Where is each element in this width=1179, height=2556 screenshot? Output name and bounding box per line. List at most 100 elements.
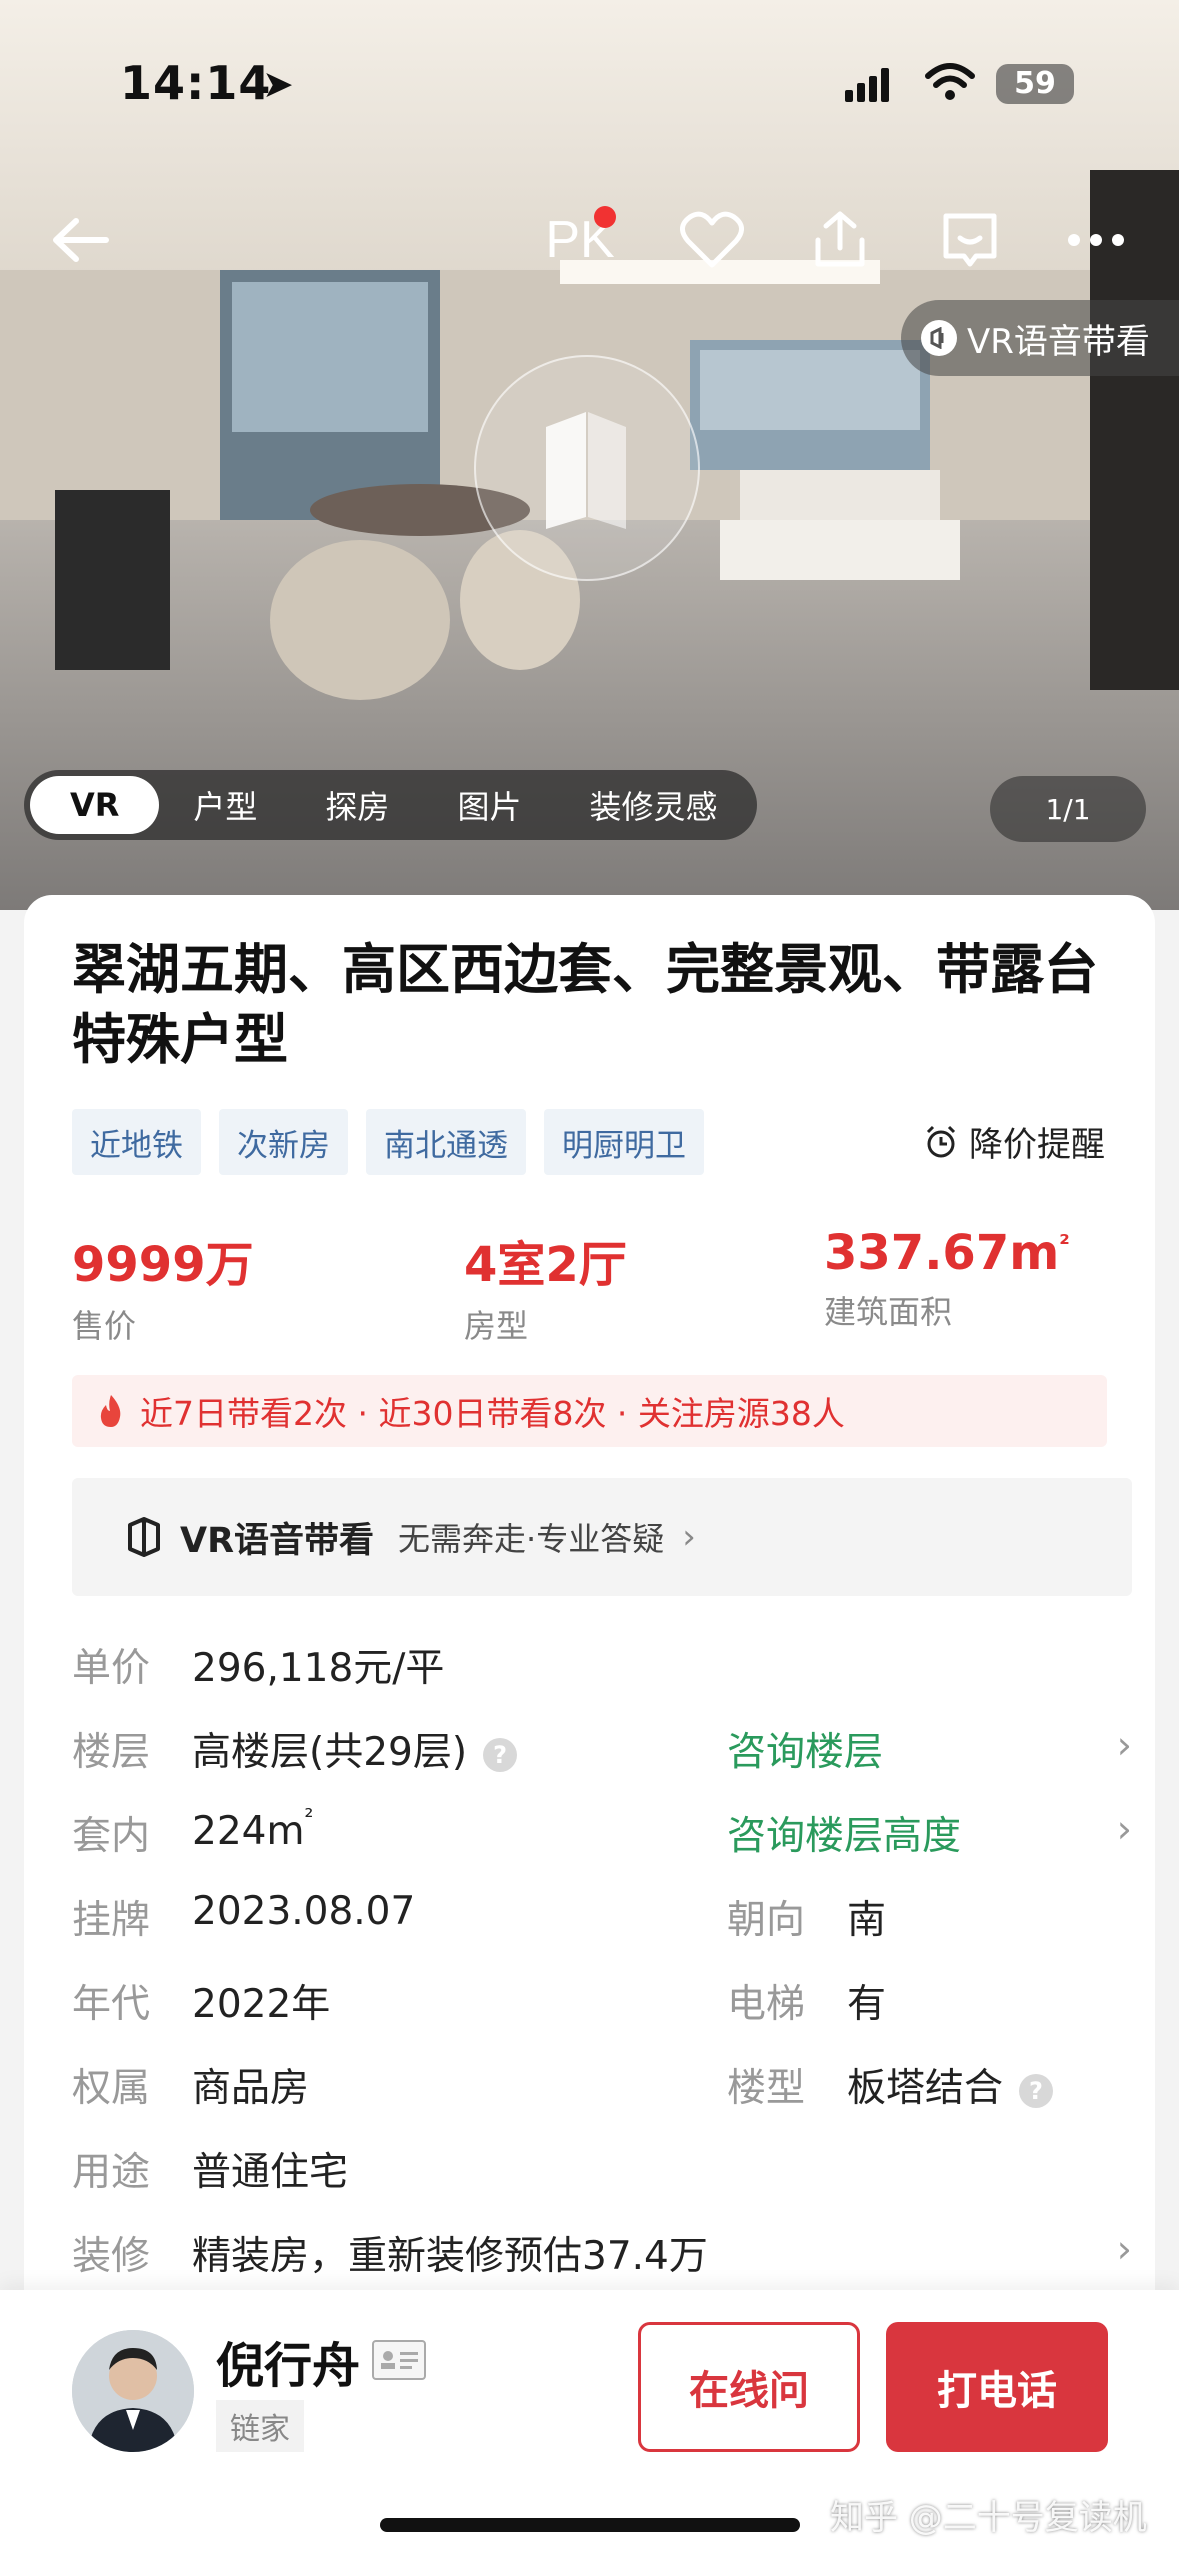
detail-row-year: 年代 2022年 电梯 有 (72, 1961, 1132, 2045)
chevron-right-icon: › (682, 1517, 696, 1557)
agent-name: 倪行舟 (216, 2338, 361, 2394)
notification-dot (594, 206, 616, 228)
detail-value: 精装房，重新装修预估37.4万 (192, 2234, 708, 2279)
alarm-clock-icon (926, 1125, 956, 1157)
viewing-activity-text: 近7日带看2次 · 近30日带看8次 · 关注房源38人 (140, 1394, 845, 1433)
stat-area: 337.67m² 建筑面积 (824, 1225, 1070, 1333)
feature-tags: 近地铁 次新房 南北通透 明厨明卫 (72, 1109, 704, 1175)
detail-value: 普通住宅 (192, 2150, 349, 2195)
stat-layout-label: 房型 (464, 1307, 529, 1345)
detail-row-ownership: 权属 商品房 楼型 板塔结合? (72, 2045, 1132, 2129)
home-indicator[interactable] (380, 2518, 800, 2532)
detail-value: 224m² (192, 1805, 313, 1854)
vr-enter-button[interactable] (474, 355, 700, 581)
back-button[interactable] (40, 200, 120, 280)
listing-title: 翠湖五期、高区西边套、完整景观、带露台特殊户型 (72, 938, 1098, 1071)
detail-row-decoration[interactable]: 装修 精装房，重新装修预估37.4万 › (72, 2213, 1132, 2297)
property-details: 单价 296,118元/平 楼层 高楼层(共29层)? 咨询楼层 › 套内 22… (72, 1625, 1132, 2297)
detail-label: 年代 (72, 1982, 151, 2027)
chevron-right-icon[interactable]: › (1117, 1807, 1132, 1851)
building-type-value: 板塔结合 (847, 2066, 1004, 2111)
stat-price: 9999万 售价 (72, 1225, 254, 1347)
listing-card: 翠湖五期、高区西边套、完整景观、带露台特殊户型 近地铁 次新房 南北通透 明厨明… (24, 895, 1155, 2295)
detail-row-listed: 挂牌 2023.08.07 朝向 南 (72, 1877, 1132, 1961)
battery-indicator: 59 (996, 64, 1074, 104)
stat-price-value: 9999万 (72, 1237, 254, 1293)
detail-value: 有 (847, 1982, 887, 2027)
detail-label: 楼层 (72, 1730, 151, 1775)
key-stats: 9999万 售价 4室2厅 房型 337.67m² 建筑面积 (72, 1225, 1112, 1345)
favorite-button[interactable] (672, 200, 752, 280)
detail-label: 装修 (72, 2234, 151, 2279)
agent-company: 链家 (216, 2400, 304, 2452)
ask-floor-height-link[interactable]: 咨询楼层高度 (727, 1805, 961, 1861)
tab-photos[interactable]: 图片 (423, 776, 555, 834)
price-alert-button[interactable]: 降价提醒 (923, 1117, 1105, 1166)
photo-pager: 1/1 (990, 776, 1146, 842)
chevron-right-icon[interactable]: › (1117, 1723, 1132, 1767)
inner-area-value: 224m (192, 1809, 305, 1854)
avatar-image (72, 2330, 194, 2452)
message-icon (943, 213, 997, 267)
wifi-icon (925, 63, 975, 100)
vr-voice-tour-button[interactable]: VR语音带看 (901, 300, 1179, 376)
floor-value: 高楼层(共29层) (192, 1730, 468, 1775)
tag-newer-home: 次新房 (219, 1109, 348, 1175)
business-card-icon[interactable] (372, 2340, 426, 2380)
stat-area-unit: ² (1059, 1230, 1070, 1258)
help-icon[interactable]: ? (483, 1737, 518, 1772)
vr-cube-outline-icon (128, 1517, 160, 1557)
tab-decor-ideas[interactable]: 装修灵感 (555, 776, 751, 834)
detail-label: 用途 (72, 2150, 151, 2195)
vr-promo-subtitle: 无需奔走·专业答疑 (398, 1520, 665, 1558)
tab-vr[interactable]: VR (30, 776, 160, 834)
heart-icon (680, 211, 744, 268)
message-button[interactable] (930, 200, 1010, 280)
detail-value: 商品房 (192, 2066, 310, 2111)
detail-value: 南 (847, 1898, 887, 1943)
back-arrow-icon (53, 218, 109, 262)
tab-floorplan[interactable]: 户型 (159, 776, 291, 834)
detail-label: 挂牌 (72, 1898, 151, 1943)
status-bar: 14:14 ➤ 59 (0, 52, 1179, 122)
tag-near-subway: 近地铁 (72, 1109, 201, 1175)
detail-row-unit-price: 单价 296,118元/平 (72, 1625, 1132, 1709)
vr-voice-promo[interactable]: VR语音带看 无需奔走·专业答疑 › (72, 1478, 1132, 1596)
call-button[interactable]: 打电话 (886, 2322, 1108, 2452)
detail-row-usage: 用途 普通住宅 (72, 2129, 1132, 2213)
detail-row-inner-area: 套内 224m² 咨询楼层高度 › (72, 1793, 1132, 1877)
detail-label: 权属 (72, 2066, 151, 2111)
detail-label: 电梯 (727, 1982, 806, 2027)
detail-label: 楼型 (727, 2066, 806, 2111)
watermark-text: 知乎 @二十号复读机 (830, 2498, 1147, 2538)
signal-icon (845, 68, 889, 102)
detail-label: 单价 (72, 1646, 151, 1691)
chevron-right-icon[interactable]: › (1117, 2227, 1132, 2271)
detail-value: 2023.08.07 (192, 1889, 416, 1934)
share-icon (815, 211, 865, 267)
share-button[interactable] (800, 200, 880, 280)
vr-cube-icon (546, 412, 626, 529)
media-tab-bar: VR 户型 探房 图片 装修灵感 (24, 770, 758, 840)
agent-avatar[interactable] (72, 2330, 194, 2452)
agent-contact-bar: 倪行舟 链家 在线问 打电话 知乎 @二十号复读机 (0, 2290, 1179, 2556)
detail-row-floor: 楼层 高楼层(共29层)? 咨询楼层 › (72, 1709, 1132, 1793)
stat-area-label: 建筑面积 (824, 1293, 953, 1331)
viewing-activity-banner: 近7日带看2次 · 近30日带看8次 · 关注房源38人 (72, 1375, 1107, 1447)
ask-floor-link[interactable]: 咨询楼层 (727, 1721, 883, 1777)
price-alert-label: 降价提醒 (969, 1125, 1105, 1165)
flame-icon (100, 1395, 121, 1427)
help-icon[interactable]: ? (1019, 2073, 1054, 2108)
more-button[interactable] (1056, 200, 1136, 280)
tag-bright-kitchen-bath: 明厨明卫 (544, 1109, 704, 1175)
vr-voice-label: VR语音带看 (967, 321, 1150, 362)
detail-label: 朝向 (727, 1898, 806, 1943)
online-chat-button[interactable]: 在线问 (638, 2322, 860, 2452)
vr-promo-title: VR语音带看 (180, 1520, 375, 1561)
stat-layout: 4室2厅 房型 (464, 1225, 627, 1347)
vr-photo-viewer[interactable]: 14:14 ➤ 59 PK VR语音带看 VR 户型 探房 图片 装修灵感 1/… (0, 0, 1179, 910)
pk-compare-button[interactable]: PK (540, 200, 620, 280)
stat-layout-value: 4室2厅 (464, 1237, 627, 1293)
tab-house-visit[interactable]: 探房 (291, 776, 423, 834)
status-time: 14:14 (120, 56, 272, 110)
